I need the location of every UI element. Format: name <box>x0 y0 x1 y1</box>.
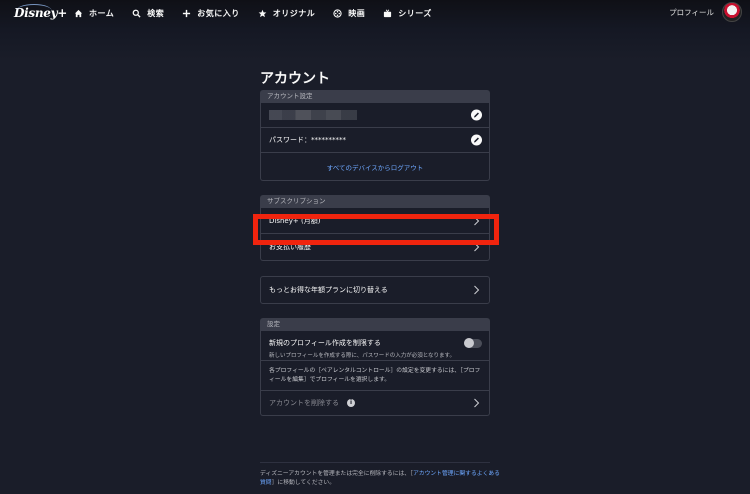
page-title: アカウント <box>260 71 330 87</box>
parental-control-text: 各プロフィールの［ペアレンタルコントロール］の設定を変更するには、［プロフィール… <box>269 367 481 383</box>
nav-label-movies: 映画 <box>348 8 366 18</box>
restrict-profile-title: 新規のプロフィール作成を制限する <box>269 339 381 347</box>
subscription-card: Disney+ (月額) お支払い履歴 <box>260 208 490 261</box>
disney-plus-logo[interactable]: Disney+ <box>14 4 67 22</box>
switch-plan-label: もっとお得な年額プランに切り替える <box>269 286 388 294</box>
switch-plan-row[interactable]: もっとお得な年額プランに切り替える <box>261 277 489 303</box>
home-icon <box>74 9 83 17</box>
nav-item-watchlist[interactable]: お気に入り <box>182 8 240 19</box>
parental-control-row: 各プロフィールの［ペアレンタルコントロール］の設定を変更するには、［プロフィール… <box>261 361 489 391</box>
footer-note: ディズニーアカウントを管理または完全に削除するには、［アカウント管理に関するよく… <box>260 470 500 488</box>
nav-label-originals: オリジナル <box>272 8 316 18</box>
chevron-right-icon <box>474 242 480 252</box>
avatar[interactable] <box>722 2 742 22</box>
footer-text-before: ディズニーアカウントを管理または完全に削除するには、［ <box>260 471 413 477</box>
payment-history-row[interactable]: お支払い履歴 <box>261 234 489 260</box>
nav-label-search: 検索 <box>147 8 165 18</box>
account-content: アカウント アカウント設定 パスワード：********** すべてのデバイスか… <box>260 68 490 416</box>
footer-divider <box>260 462 490 463</box>
restrict-profile-toggle[interactable] <box>464 338 482 348</box>
delete-account-row[interactable]: アカウントを削除する i <box>261 391 489 415</box>
account-settings-header: アカウント設定 <box>260 90 490 103</box>
chevron-right-icon <box>474 216 480 225</box>
nav-item-series[interactable]: シリーズ <box>383 8 432 19</box>
nav-profile[interactable]: プロフィール <box>669 2 742 22</box>
payment-history-label: お支払い履歴 <box>269 243 311 251</box>
nav-label-home: ホーム <box>89 8 115 18</box>
edit-password-button[interactable] <box>471 134 482 146</box>
logo-arc <box>16 4 52 18</box>
chevron-right-icon <box>474 285 480 295</box>
plus-icon <box>183 9 191 17</box>
movie-icon <box>333 8 342 18</box>
switch-plan-card: もっとお得な年額プランに切り替える <box>260 276 490 304</box>
profile-label: プロフィール <box>669 7 714 17</box>
password-row: パスワード：********** <box>261 128 489 153</box>
nav-items: ホーム 検索 お気に入り オリジナル 映画 シリーズ <box>74 0 450 26</box>
chevron-right-icon <box>474 398 480 408</box>
search-icon <box>132 9 141 18</box>
settings-header: 設定 <box>260 318 490 331</box>
pencil-icon <box>474 137 479 143</box>
restrict-profile-sub: 新しいプロフィールを作成する際に、パスワードの入力が必須となります。 <box>269 353 456 359</box>
star-icon <box>258 9 267 17</box>
plan-row[interactable]: Disney+ (月額) <box>261 208 489 234</box>
top-nav: Disney+ ホーム 検索 お気に入り オリジナル 映画 シリーズ プロフィー… <box>0 0 750 26</box>
nav-item-movies[interactable]: 映画 <box>333 8 365 19</box>
email-redacted <box>269 110 357 120</box>
nav-label-watchlist: お気に入り <box>197 8 240 18</box>
logout-all-devices-link[interactable]: すべてのデバイスからログアウト <box>261 153 489 180</box>
account-page: Disney+ ホーム 検索 お気に入り オリジナル 映画 シリーズ プロフィー… <box>0 0 750 494</box>
plan-label: Disney+ (月額) <box>269 216 321 225</box>
footer-text-after: ］に移動してください。 <box>271 480 336 486</box>
pencil-icon <box>474 112 479 118</box>
edit-email-button[interactable] <box>471 109 482 121</box>
nav-label-series: シリーズ <box>398 8 432 18</box>
nav-item-originals[interactable]: オリジナル <box>258 8 316 19</box>
subscription-header: サブスクリプション <box>260 195 490 208</box>
tv-icon <box>384 8 392 17</box>
password-label: パスワード：********** <box>269 136 346 144</box>
info-icon[interactable]: i <box>347 399 355 407</box>
delete-account-label: アカウントを削除する <box>269 399 339 407</box>
nav-item-search[interactable]: 検索 <box>132 8 164 19</box>
restrict-profile-row: 新規のプロフィール作成を制限する 新しいプロフィールを作成する際に、パスワードの… <box>261 331 489 361</box>
email-row <box>261 103 489 128</box>
settings-card: 新規のプロフィール作成を制限する 新しいプロフィールを作成する際に、パスワードの… <box>260 331 490 416</box>
nav-item-home[interactable]: ホーム <box>74 8 114 19</box>
account-settings-card: パスワード：********** すべてのデバイスからログアウト <box>260 103 490 181</box>
